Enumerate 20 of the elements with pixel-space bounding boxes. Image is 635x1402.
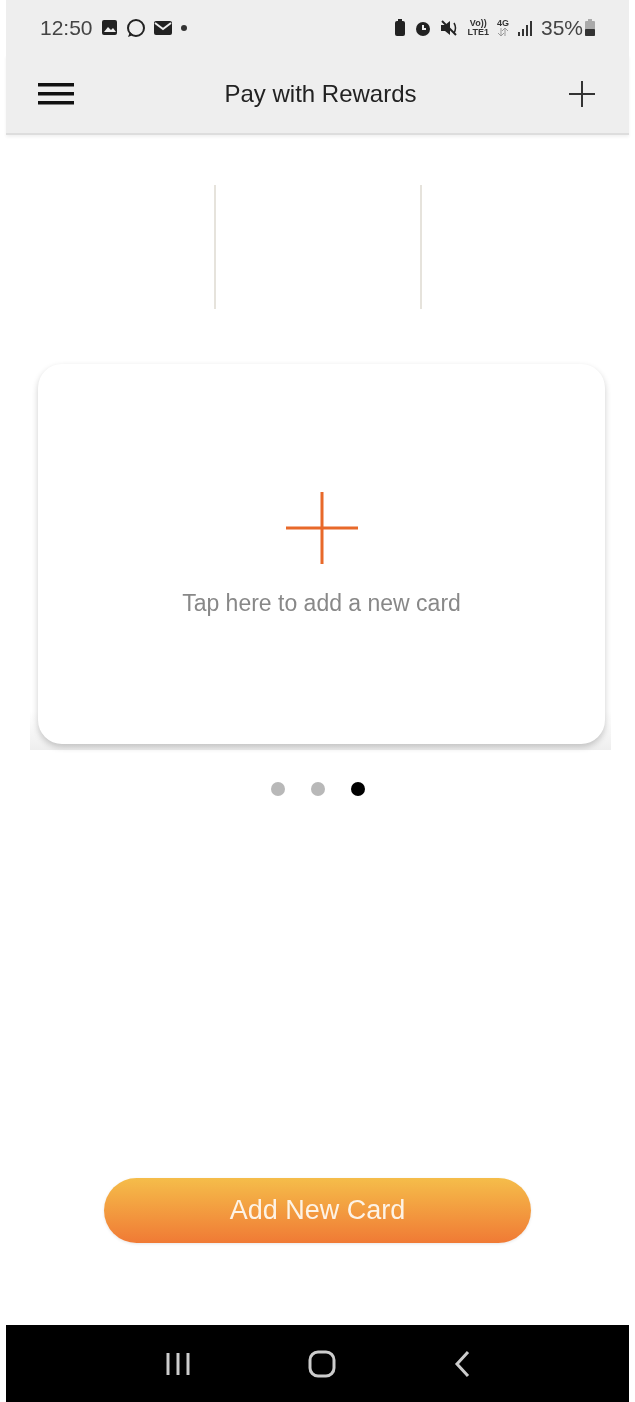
signal-icon <box>516 19 533 36</box>
plus-icon <box>567 79 597 109</box>
chat-icon <box>125 17 146 38</box>
add-new-card-button[interactable]: Add New Card <box>104 1178 531 1243</box>
mail-icon <box>153 20 172 35</box>
volte-label: Vo)) <box>469 18 487 28</box>
dot-icon <box>179 23 188 32</box>
battery-percent: 35% <box>540 15 583 40</box>
data-arrows-icon <box>497 28 508 36</box>
battery-icon <box>585 19 595 36</box>
add-card-prompt: Tap here to add a new card <box>182 589 461 617</box>
add-card-panel[interactable]: Tap here to add a new card <box>38 364 605 744</box>
lte-label: LTE1 <box>467 27 489 37</box>
screen-title: Pay with Rewards <box>223 80 418 108</box>
home-icon <box>306 1348 337 1379</box>
image-icon <box>100 19 118 36</box>
plus-icon <box>285 491 358 564</box>
network-label: 4G <box>496 19 509 28</box>
clock-time: 12:50 <box>40 15 93 40</box>
menu-icon <box>38 83 74 105</box>
